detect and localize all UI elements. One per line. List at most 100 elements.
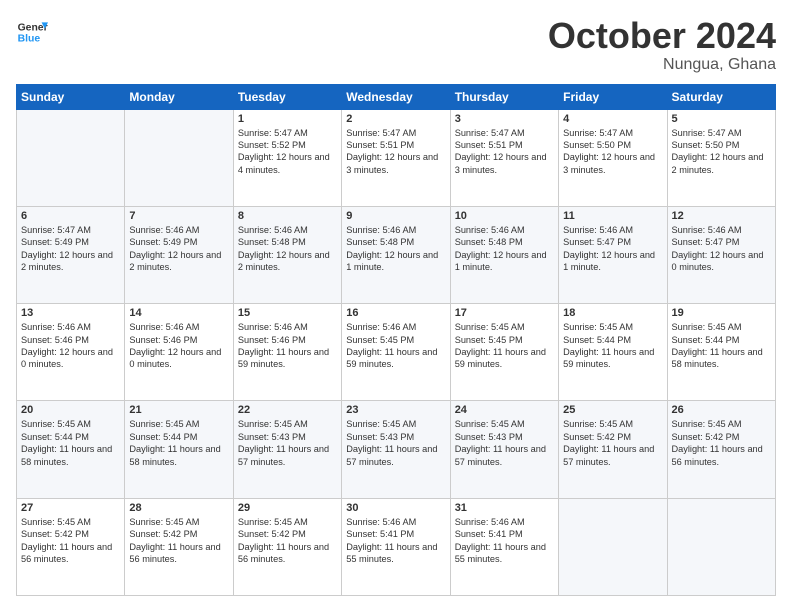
month-title: October 2024: [548, 16, 776, 56]
day-number: 25: [563, 404, 662, 416]
day-number: 24: [455, 404, 554, 416]
day-number: 19: [672, 307, 771, 319]
col-wednesday: Wednesday: [342, 84, 450, 109]
day-details: Sunrise: 5:46 AM Sunset: 5:48 PM Dayligh…: [346, 224, 445, 274]
col-sunday: Sunday: [17, 84, 125, 109]
calendar-week-row: 1Sunrise: 5:47 AM Sunset: 5:52 PM Daylig…: [17, 109, 776, 206]
day-details: Sunrise: 5:45 AM Sunset: 5:42 PM Dayligh…: [129, 516, 228, 566]
table-row: 2 Sunrise: 5:47 AM Sunset: 5:51 PM Daylig…: [342, 109, 450, 206]
day-details: Sunrise: 5:47 AM Sunset: 5:49 PM Dayligh…: [21, 224, 120, 274]
day-number: 18: [563, 307, 662, 319]
table-row: 26 Sunrise: 5:45 AM Sunset: 5:42 PM Dayli…: [667, 401, 775, 498]
day-number: 12: [672, 210, 771, 222]
day-details: Sunrise: 5:46 AM Sunset: 5:41 PM Dayligh…: [455, 516, 554, 566]
day-details: Sunrise: 5:45 AM Sunset: 5:44 PM Dayligh…: [672, 321, 771, 371]
day-details: Sunrise: 5:45 AM Sunset: 5:42 PM Dayligh…: [563, 418, 662, 468]
col-friday: Friday: [559, 84, 667, 109]
day-details: Sunrise: 5:47 AM Sunset: 5:50 PM Dayligh…: [563, 127, 662, 177]
day-number: 1: [238, 113, 337, 125]
day-number: 7: [129, 210, 228, 222]
day-number: 22: [238, 404, 337, 416]
day-number: 23: [346, 404, 445, 416]
day-details: Sunrise: 5:46 AM Sunset: 5:46 PM Dayligh…: [129, 321, 228, 371]
table-row: 21 Sunrise: 5:45 AM Sunset: 5:44 PM Dayli…: [125, 401, 233, 498]
day-number: 29: [238, 502, 337, 514]
day-details: Sunrise: 5:45 AM Sunset: 5:44 PM Dayligh…: [21, 418, 120, 468]
table-row: [559, 498, 667, 595]
table-row: 8Sunrise: 5:46 AM Sunset: 5:48 PM Daylig…: [233, 206, 341, 303]
table-row: 20 Sunrise: 5:45 AM Sunset: 5:44 PM Dayli…: [17, 401, 125, 498]
day-details: Sunrise: 5:45 AM Sunset: 5:44 PM Dayligh…: [563, 321, 662, 371]
day-number: 28: [129, 502, 228, 514]
table-row: 22 Sunrise: 5:45 AM Sunset: 5:43 PM Dayli…: [233, 401, 341, 498]
day-number: 6: [21, 210, 120, 222]
day-number: 16: [346, 307, 445, 319]
table-row: 28 Sunrise: 5:45 AM Sunset: 5:42 PM Dayli…: [125, 498, 233, 595]
table-row: 5 Sunrise: 5:47 AM Sunset: 5:50 PM Daylig…: [667, 109, 775, 206]
page: General Blue October 2024 Nungua, Ghana …: [0, 0, 792, 612]
calendar-week-row: 27Sunrise: 5:45 AM Sunset: 5:42 PM Dayli…: [17, 498, 776, 595]
table-row: 18 Sunrise: 5:45 AM Sunset: 5:44 PM Dayli…: [559, 304, 667, 401]
day-details: Sunrise: 5:45 AM Sunset: 5:44 PM Dayligh…: [129, 418, 228, 468]
day-number: 10: [455, 210, 554, 222]
table-row: [125, 109, 233, 206]
table-row: 11Sunrise: 5:46 AM Sunset: 5:47 PM Dayli…: [559, 206, 667, 303]
title-block: October 2024 Nungua, Ghana: [548, 16, 776, 74]
table-row: 23 Sunrise: 5:45 AM Sunset: 5:43 PM Dayli…: [342, 401, 450, 498]
day-details: Sunrise: 5:47 AM Sunset: 5:51 PM Dayligh…: [455, 127, 554, 177]
logo: General Blue: [16, 16, 48, 48]
day-details: Sunrise: 5:46 AM Sunset: 5:49 PM Dayligh…: [129, 224, 228, 274]
table-row: 1Sunrise: 5:47 AM Sunset: 5:52 PM Daylig…: [233, 109, 341, 206]
table-row: 30Sunrise: 5:46 AM Sunset: 5:41 PM Dayli…: [342, 498, 450, 595]
day-number: 26: [672, 404, 771, 416]
day-details: Sunrise: 5:45 AM Sunset: 5:42 PM Dayligh…: [238, 516, 337, 566]
table-row: 25 Sunrise: 5:45 AM Sunset: 5:42 PM Dayli…: [559, 401, 667, 498]
day-number: 30: [346, 502, 445, 514]
calendar-week-row: 13 Sunrise: 5:46 AM Sunset: 5:46 PM Dayli…: [17, 304, 776, 401]
table-row: 14Sunrise: 5:46 AM Sunset: 5:46 PM Dayli…: [125, 304, 233, 401]
table-row: 24 Sunrise: 5:45 AM Sunset: 5:43 PM Dayli…: [450, 401, 558, 498]
day-number: 2: [346, 113, 445, 125]
table-row: 16 Sunrise: 5:46 AM Sunset: 5:45 PM Dayli…: [342, 304, 450, 401]
day-number: 8: [238, 210, 337, 222]
logo-icon: General Blue: [16, 16, 48, 48]
table-row: 19 Sunrise: 5:45 AM Sunset: 5:44 PM Dayli…: [667, 304, 775, 401]
col-saturday: Saturday: [667, 84, 775, 109]
table-row: [667, 498, 775, 595]
day-details: Sunrise: 5:47 AM Sunset: 5:50 PM Dayligh…: [672, 127, 771, 177]
day-details: Sunrise: 5:45 AM Sunset: 5:42 PM Dayligh…: [21, 516, 120, 566]
day-details: Sunrise: 5:46 AM Sunset: 5:48 PM Dayligh…: [455, 224, 554, 274]
day-details: Sunrise: 5:46 AM Sunset: 5:46 PM Dayligh…: [238, 321, 337, 371]
table-row: 3Sunrise: 5:47 AM Sunset: 5:51 PM Daylig…: [450, 109, 558, 206]
day-details: Sunrise: 5:46 AM Sunset: 5:47 PM Dayligh…: [672, 224, 771, 274]
day-details: Sunrise: 5:47 AM Sunset: 5:51 PM Dayligh…: [346, 127, 445, 177]
day-details: Sunrise: 5:45 AM Sunset: 5:43 PM Dayligh…: [455, 418, 554, 468]
day-number: 21: [129, 404, 228, 416]
table-row: 31Sunrise: 5:46 AM Sunset: 5:41 PM Dayli…: [450, 498, 558, 595]
location: Nungua, Ghana: [548, 56, 776, 74]
table-row: 13 Sunrise: 5:46 AM Sunset: 5:46 PM Dayli…: [17, 304, 125, 401]
day-number: 11: [563, 210, 662, 222]
day-number: 20: [21, 404, 120, 416]
calendar-header-row: Sunday Monday Tuesday Wednesday Thursday…: [17, 84, 776, 109]
table-row: 27Sunrise: 5:45 AM Sunset: 5:42 PM Dayli…: [17, 498, 125, 595]
day-details: Sunrise: 5:46 AM Sunset: 5:46 PM Dayligh…: [21, 321, 120, 371]
day-details: Sunrise: 5:45 AM Sunset: 5:45 PM Dayligh…: [455, 321, 554, 371]
table-row: 29 Sunrise: 5:45 AM Sunset: 5:42 PM Dayli…: [233, 498, 341, 595]
table-row: 6 Sunrise: 5:47 AM Sunset: 5:49 PM Daylig…: [17, 206, 125, 303]
header: General Blue October 2024 Nungua, Ghana: [16, 16, 776, 74]
table-row: 17Sunrise: 5:45 AM Sunset: 5:45 PM Dayli…: [450, 304, 558, 401]
day-details: Sunrise: 5:45 AM Sunset: 5:43 PM Dayligh…: [238, 418, 337, 468]
day-details: Sunrise: 5:46 AM Sunset: 5:45 PM Dayligh…: [346, 321, 445, 371]
table-row: 10 Sunrise: 5:46 AM Sunset: 5:48 PM Dayli…: [450, 206, 558, 303]
col-tuesday: Tuesday: [233, 84, 341, 109]
svg-text:Blue: Blue: [18, 34, 41, 45]
day-number: 5: [672, 113, 771, 125]
day-details: Sunrise: 5:45 AM Sunset: 5:43 PM Dayligh…: [346, 418, 445, 468]
calendar-table: Sunday Monday Tuesday Wednesday Thursday…: [16, 84, 776, 596]
day-number: 4: [563, 113, 662, 125]
day-details: Sunrise: 5:45 AM Sunset: 5:42 PM Dayligh…: [672, 418, 771, 468]
table-row: 7 Sunrise: 5:46 AM Sunset: 5:49 PM Daylig…: [125, 206, 233, 303]
table-row: [17, 109, 125, 206]
day-number: 13: [21, 307, 120, 319]
